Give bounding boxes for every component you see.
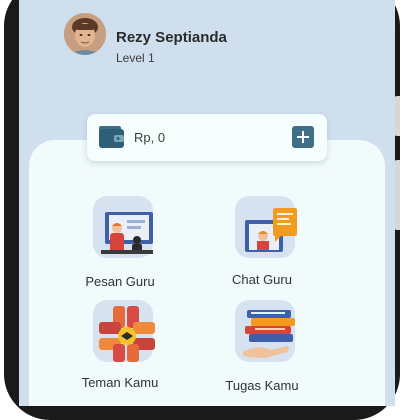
- phone-frame: Rezy Septianda Level 1 Pesan Guru Chat G…: [4, 0, 400, 420]
- menu-label: Chat Guru: [232, 272, 292, 287]
- teacher-lesson-icon: [93, 196, 157, 260]
- teamwork-hands-icon: [93, 300, 157, 364]
- menu-label: Teman Kamu: [81, 375, 159, 390]
- wallet-icon: [99, 126, 125, 153]
- avatar[interactable]: [64, 13, 106, 55]
- menu-label: Pesan Guru: [85, 274, 155, 289]
- menu-item-teman-kamu[interactable]: Teman Kamu: [65, 300, 175, 400]
- menu-panel: Pesan Guru Chat Guru Teman Kamu Tugas Ka…: [29, 140, 385, 406]
- add-balance-button[interactable]: [292, 126, 314, 148]
- app-screen: Rezy Septianda Level 1 Pesan Guru Chat G…: [19, 0, 395, 406]
- teacher-chat-icon: [235, 196, 299, 260]
- plus-icon: [297, 131, 309, 143]
- menu-label: Tugas Kamu: [225, 378, 299, 393]
- books-stack-icon: [235, 300, 299, 364]
- wallet-card[interactable]: Rp, 0: [87, 114, 327, 161]
- wallet-balance: Rp, 0: [134, 130, 166, 145]
- menu-item-pesan-guru[interactable]: Pesan Guru: [65, 196, 175, 296]
- user-name: Rezy Septianda: [116, 29, 227, 46]
- menu-item-chat-guru[interactable]: Chat Guru: [207, 196, 317, 296]
- user-level: Level 1: [116, 51, 155, 65]
- menu-item-tugas-kamu[interactable]: Tugas Kamu: [207, 300, 317, 400]
